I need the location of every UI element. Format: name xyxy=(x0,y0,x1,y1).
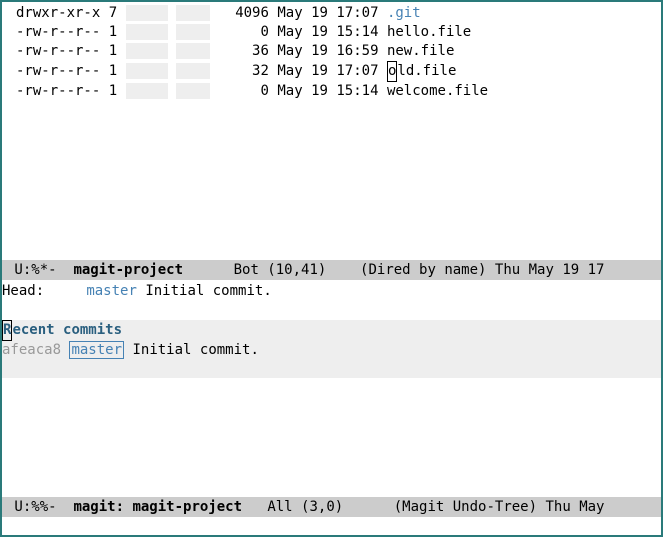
heading-rest: ecent commits xyxy=(12,322,122,338)
group xyxy=(176,5,210,21)
cursor: o xyxy=(387,61,397,82)
owner xyxy=(126,83,168,99)
date: May 19 16:59 xyxy=(277,43,378,59)
file-name: new.file xyxy=(387,43,454,59)
dired-row[interactable]: drwxr-xr-x 7 4096 May 19 17:07 .git xyxy=(16,4,661,23)
dired-row[interactable]: -rw-r--r-- 1 36 May 19 16:59 new.file xyxy=(16,42,661,61)
size: 4096 xyxy=(218,5,269,21)
size: 32 xyxy=(218,63,269,79)
dired-row[interactable]: -rw-r--r-- 1 0 May 19 15:14 welcome.file xyxy=(16,82,661,101)
blank-line xyxy=(2,301,661,320)
permissions: -rw-r--r-- 1 xyxy=(16,24,117,40)
modeline-mode: (Dired by name) xyxy=(360,262,486,278)
permissions: drwxr-xr-x 7 xyxy=(16,5,117,21)
owner xyxy=(126,63,168,79)
file-name: old.file xyxy=(387,63,456,79)
date: May 19 15:14 xyxy=(277,24,378,40)
dired-row[interactable]: -rw-r--r-- 1 32 May 19 17:07 old.file xyxy=(16,61,661,82)
dired-pane[interactable]: drwxr-xr-x 7 4096 May 19 17:07 .git-rw-r… xyxy=(2,2,661,260)
date: May 19 17:07 xyxy=(277,5,378,21)
buffer-name: magit: magit-project xyxy=(73,499,242,515)
head-label: Head: xyxy=(2,283,44,299)
owner xyxy=(126,43,168,59)
commit-message: Initial commit. xyxy=(132,342,258,358)
commit-branch: master xyxy=(69,341,124,359)
modeline-flags: U:%*- xyxy=(6,262,57,278)
minibuffer[interactable] xyxy=(2,517,661,535)
permissions: -rw-r--r-- 1 xyxy=(16,43,117,59)
size: 0 xyxy=(218,83,269,99)
date: May 19 17:07 xyxy=(277,63,378,79)
owner xyxy=(126,24,168,40)
commit-line[interactable]: afeaca8 master Initial commit. xyxy=(2,341,661,360)
modeline-mode: (Magit Undo-Tree) xyxy=(394,499,537,515)
file-name: hello.file xyxy=(387,24,471,40)
modeline-time: Thu May 19 17 xyxy=(495,262,605,278)
permissions: -rw-r--r-- 1 xyxy=(16,63,117,79)
top-modeline: U:%*- magit-project Bot (10,41) (Dired b… xyxy=(2,260,661,280)
recent-commits-heading[interactable]: Recent commits xyxy=(2,320,661,341)
group xyxy=(176,83,210,99)
file-name: .git xyxy=(387,5,421,21)
date: May 19 15:14 xyxy=(277,83,378,99)
head-message: Initial commit. xyxy=(145,283,271,299)
cursor: R xyxy=(2,320,12,341)
group xyxy=(176,43,210,59)
commit-hash: afeaca8 xyxy=(2,342,61,358)
size: 36 xyxy=(218,43,269,59)
modeline-pos: Bot (10,41) xyxy=(234,262,327,278)
bottom-modeline: U:%%- magit: magit-project All (3,0) (Ma… xyxy=(2,497,661,517)
file-name: welcome.file xyxy=(387,83,488,99)
modeline-flags: U:%%- xyxy=(6,499,57,515)
head-branch: master xyxy=(86,283,137,299)
blank-section-line xyxy=(2,360,661,379)
permissions: -rw-r--r-- 1 xyxy=(16,83,117,99)
dired-listing: drwxr-xr-x 7 4096 May 19 17:07 .git-rw-r… xyxy=(2,4,661,100)
dired-row[interactable]: -rw-r--r-- 1 0 May 19 15:14 hello.file xyxy=(16,23,661,42)
magit-pane[interactable]: Head: master Initial commit. Recent comm… xyxy=(2,280,661,378)
group xyxy=(176,24,210,40)
buffer-name: magit-project xyxy=(73,262,183,278)
modeline-pos: All (3,0) xyxy=(267,499,343,515)
size: 0 xyxy=(218,24,269,40)
magit-head-line: Head: master Initial commit. xyxy=(2,282,661,301)
owner xyxy=(126,5,168,21)
group xyxy=(176,63,210,79)
modeline-time: Thu May xyxy=(545,499,612,515)
